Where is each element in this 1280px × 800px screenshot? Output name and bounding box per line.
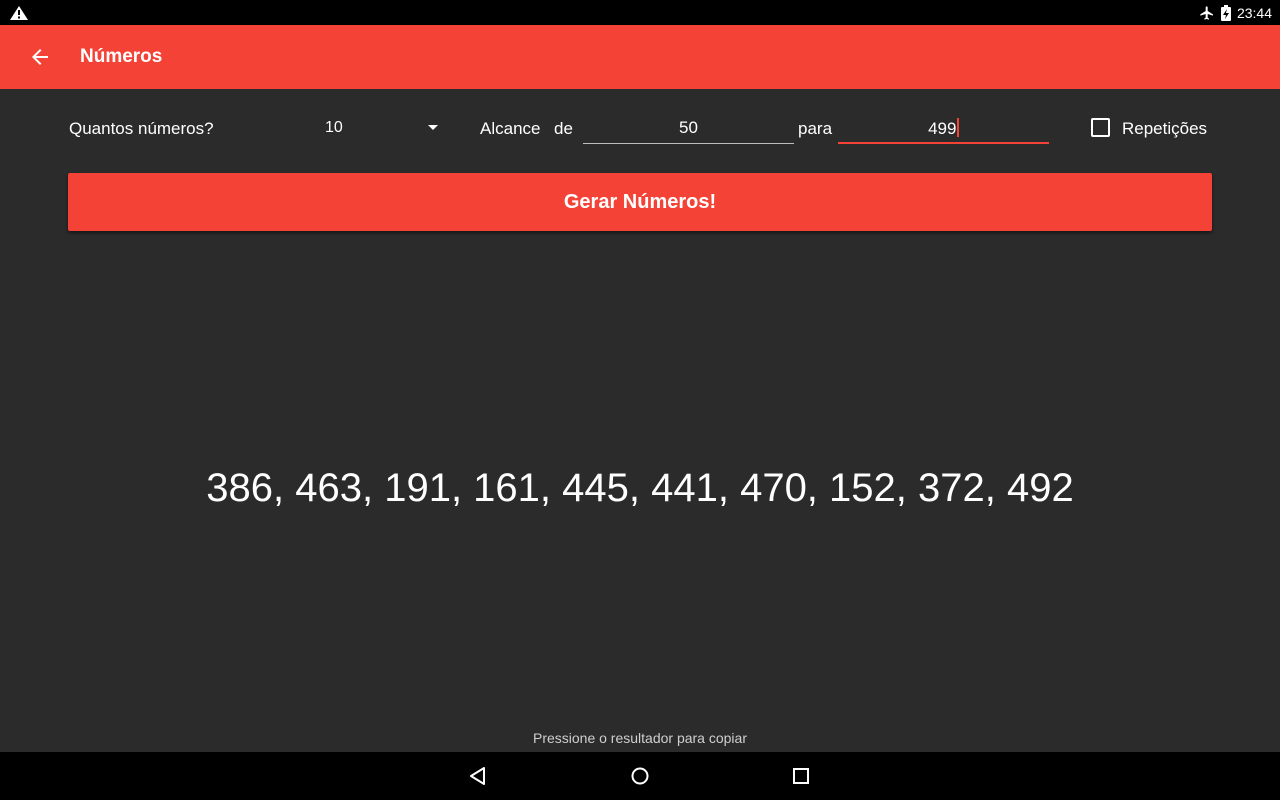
text-cursor	[957, 118, 959, 137]
battery-charging-icon	[1220, 4, 1231, 21]
from-label: de	[554, 119, 573, 138]
home-circle-icon[interactable]	[628, 764, 652, 788]
page-title: Números	[80, 46, 163, 67]
count-spinner[interactable]: 10	[310, 108, 445, 148]
recents-square-icon[interactable]	[789, 764, 813, 788]
airplane-mode-icon	[1200, 5, 1213, 20]
copy-hint: Pressione o resultador para copiar	[532, 730, 747, 746]
status-icons: 23:44	[1199, 0, 1272, 25]
status-clock: 23:44	[1236, 4, 1272, 21]
range-to-input[interactable]: 499	[838, 110, 1049, 144]
status-bar: 23:44	[0, 0, 1280, 25]
generate-button[interactable]: Gerar Números!	[68, 173, 1212, 231]
warning-icon	[10, 6, 28, 20]
back-triangle-icon[interactable]	[466, 764, 490, 788]
result-numbers[interactable]: 386, 463, 191, 161, 445, 441, 470, 152, …	[0, 466, 1280, 511]
range-from-input[interactable]: 50	[583, 110, 794, 144]
range-label: Alcance	[480, 119, 541, 138]
repetitions-label[interactable]: Repetições	[1122, 118, 1207, 140]
to-label: para	[798, 119, 833, 138]
app-bar: Números	[0, 25, 1280, 89]
range-from-value: 50	[679, 118, 698, 137]
arrow-back-icon[interactable]	[28, 45, 52, 69]
navigation-bar	[0, 752, 1280, 800]
range-to-value: 499	[928, 119, 957, 138]
repetitions-checkbox[interactable]	[1091, 118, 1110, 137]
count-label: Quantos números?	[69, 119, 214, 138]
count-spinner-value: 10	[325, 119, 343, 136]
range-to-value-wrap: 499	[838, 118, 1049, 139]
dropdown-arrow-icon	[428, 125, 438, 130]
